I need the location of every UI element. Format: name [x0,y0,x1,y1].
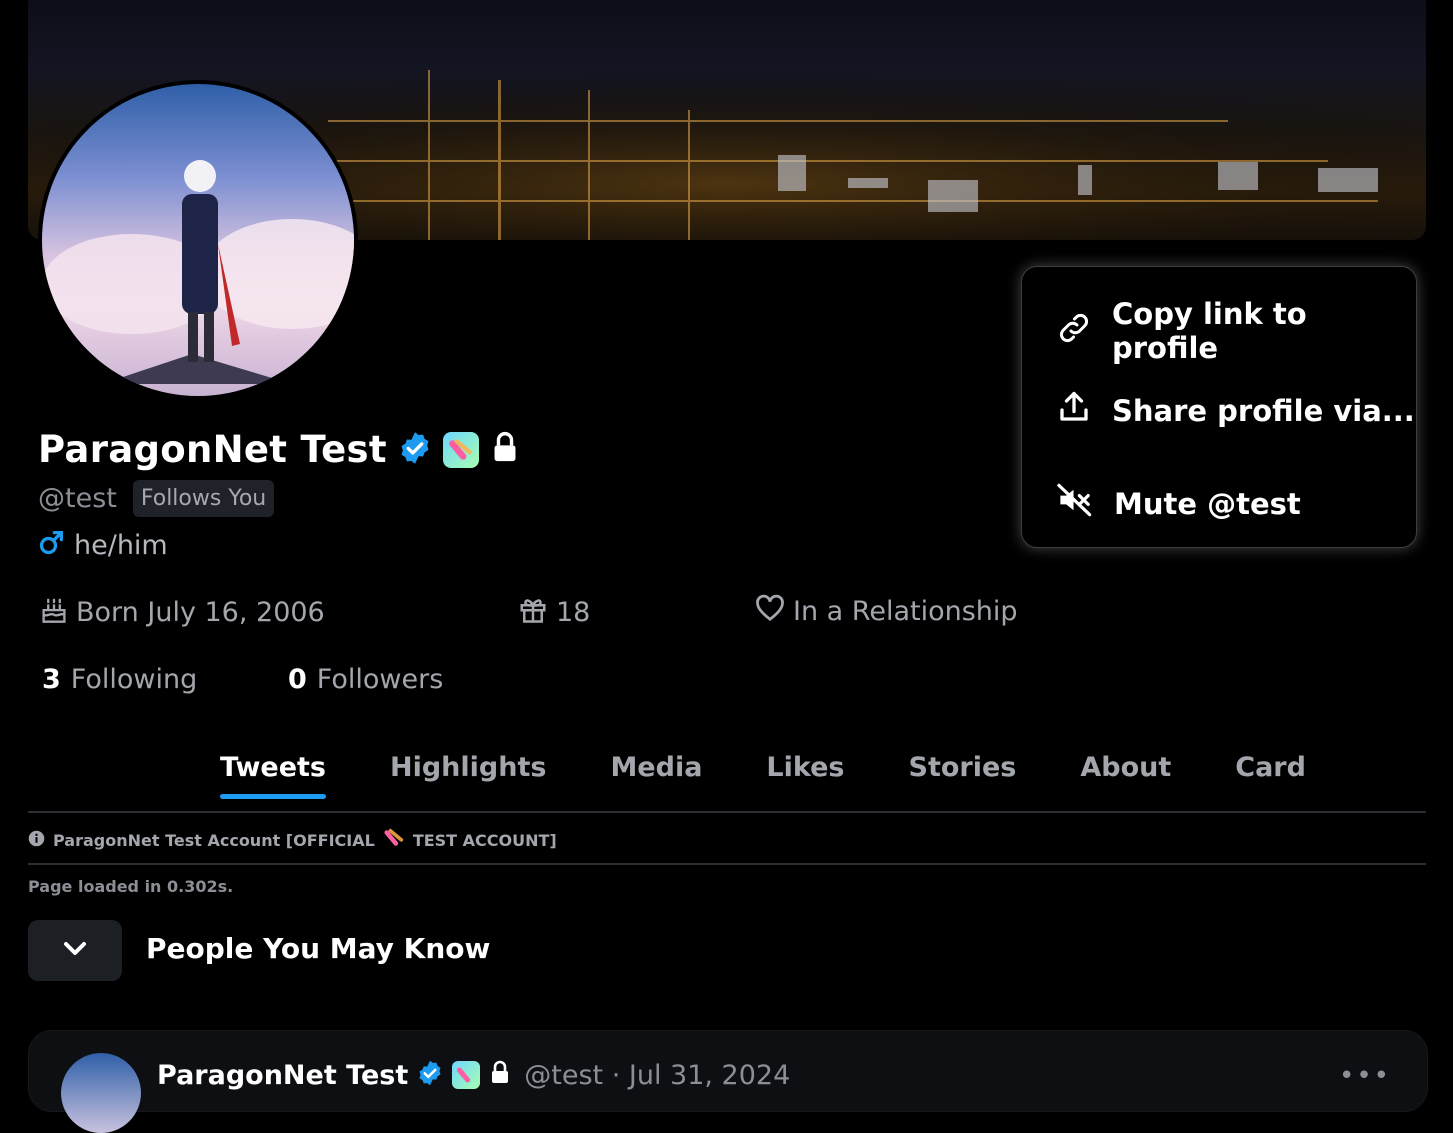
tweet-card[interactable]: ParagonNet Test @test · Jul 31, 2024 ••• [28,1030,1428,1133]
tab-highlights[interactable]: Highlights [390,752,546,799]
account-note-prefix: ParagonNet Test Account [OFFICIAL [53,830,375,850]
more-icon[interactable]: ••• [1339,1061,1391,1091]
lock-icon [489,431,521,469]
tweet-header: ParagonNet Test @test · Jul 31, 2024 [157,1059,790,1091]
gift-icon [518,594,548,631]
tweet-author-name[interactable]: ParagonNet Test [157,1060,408,1091]
tab-likes[interactable]: Likes [766,752,844,799]
heart-icon [755,594,785,629]
menu-share[interactable]: Share profile via... [1056,389,1415,432]
app-badge-small-icon [383,828,405,852]
pronouns: he/him [74,530,168,561]
profile-context-menu: Copy link to profile Share profile via..… [1021,266,1417,548]
pymk-label: People You May Know [146,932,491,965]
app-badge-icon [452,1061,481,1089]
age-value: 18 [556,597,591,628]
following-count: 3 [42,664,61,695]
note-divider [28,863,1426,865]
age-item: 18 [518,594,590,631]
following-label: Following [70,664,198,695]
handle-row: @test Follows You [38,480,275,517]
link-icon [1056,310,1092,353]
chevron-down-icon [62,940,88,962]
tab-about[interactable]: About [1080,752,1171,799]
followers-label: Followers [316,664,444,695]
menu-share-label: Share profile via... [1112,393,1415,428]
cake-icon [40,594,68,631]
profile-handle: @test [38,483,117,514]
tabs-divider [28,811,1426,813]
mute-icon [1056,482,1094,525]
tab-stories[interactable]: Stories [909,752,1017,799]
born-item: Born July 16, 2006 [40,594,325,631]
male-icon [38,528,66,563]
account-note: ParagonNet Test Account [OFFICIAL TEST A… [28,828,557,852]
tweet-handle-date: @test · Jul 31, 2024 [524,1059,791,1091]
pymk-toggle-button[interactable] [28,920,122,981]
menu-copy-link[interactable]: Copy link to profile [1056,297,1416,365]
profile-avatar[interactable] [38,80,358,400]
tab-card[interactable]: Card [1235,752,1306,799]
relationship-status: In a Relationship [793,596,1018,627]
page-loaded-text: Page loaded in 0.302s. [28,877,234,896]
menu-mute[interactable]: Mute @test [1056,482,1301,525]
account-note-suffix: TEST ACCOUNT] [412,830,557,850]
tab-tweets[interactable]: Tweets [220,752,326,799]
tab-media[interactable]: Media [610,752,702,799]
born-date: Born July 16, 2006 [76,597,325,628]
tweet-avatar[interactable] [61,1053,141,1133]
info-icon [28,830,45,851]
relationship-item: In a Relationship [755,594,1018,629]
profile-name-row: ParagonNet Test [38,428,521,471]
profile-tabs: Tweets Highlights Media Likes Stories Ab… [220,752,1306,799]
profile-name: ParagonNet Test [38,428,387,471]
verified-icon [397,430,433,470]
following-link[interactable]: 3 Following [42,664,197,695]
followers-link[interactable]: 0 Followers [288,664,443,695]
followers-count: 0 [288,664,307,695]
lock-icon [488,1059,512,1091]
follows-you-badge: Follows You [132,480,275,517]
menu-mute-label: Mute @test [1114,486,1301,521]
verified-icon [416,1059,444,1091]
app-badge-icon [442,431,479,468]
menu-copy-link-label: Copy link to profile [1112,297,1307,365]
pronoun-row: he/him [38,528,168,563]
share-icon [1056,389,1092,432]
